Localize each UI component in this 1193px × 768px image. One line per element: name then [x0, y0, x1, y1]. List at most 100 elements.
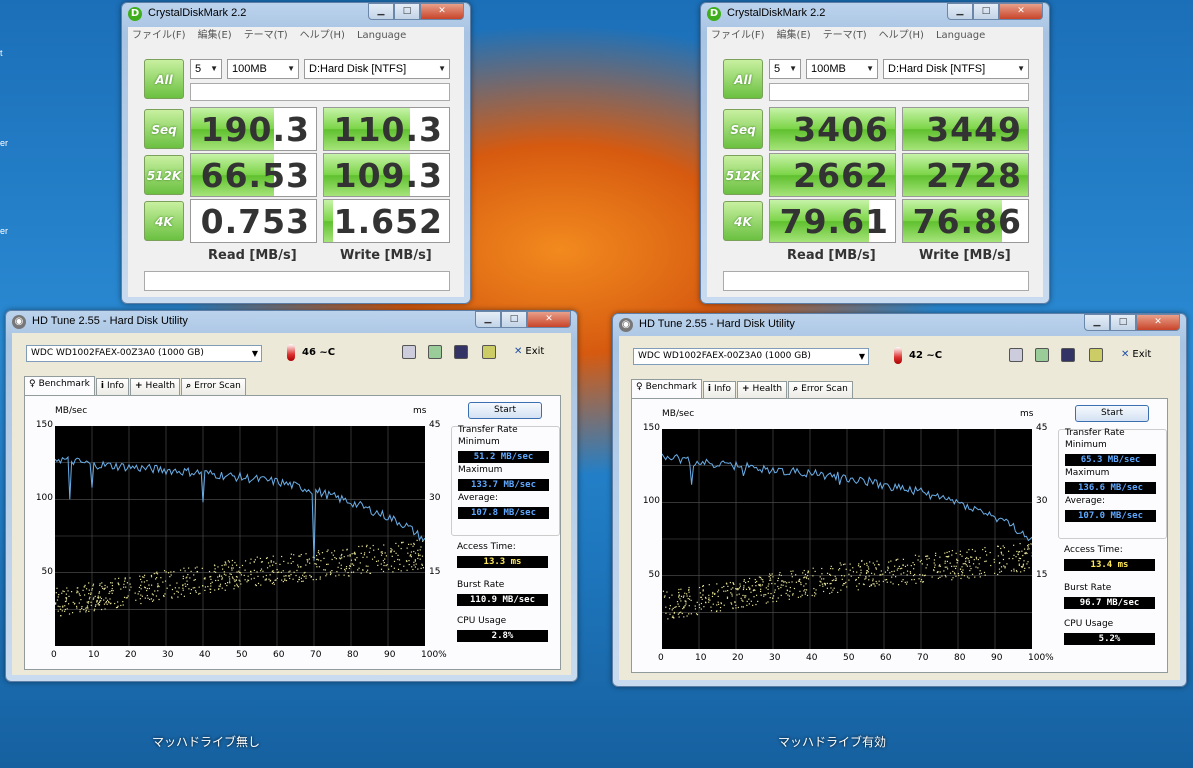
start-button[interactable]: Start	[468, 402, 542, 419]
maximize-button[interactable]: □	[1110, 314, 1136, 331]
menu-item[interactable]: Language	[357, 27, 406, 45]
access-point	[956, 559, 958, 561]
access-point	[925, 555, 927, 557]
options-icon[interactable]	[482, 345, 496, 359]
access-point	[193, 574, 195, 576]
access-point	[1007, 550, 1010, 552]
access-point	[366, 556, 368, 558]
access-point	[846, 586, 848, 588]
access-point	[340, 567, 342, 570]
access-point	[316, 566, 318, 568]
copy-screenshot-icon[interactable]	[428, 345, 442, 359]
tab-health[interactable]: + Health	[130, 378, 181, 395]
menu-item[interactable]: ファイル(F)	[132, 27, 186, 45]
access-point	[139, 575, 141, 577]
maximize-button[interactable]: □	[973, 3, 999, 20]
minimize-button[interactable]: ▁	[947, 3, 973, 20]
access-point	[1000, 570, 1003, 572]
access-point	[723, 590, 725, 592]
menu-item[interactable]: ヘルプ(H)	[300, 27, 345, 45]
comment-field[interactable]	[144, 271, 450, 291]
y-left-tick: 50	[648, 569, 660, 580]
minimize-button[interactable]: ▁	[1084, 314, 1110, 331]
menu-item[interactable]: ファイル(F)	[711, 27, 765, 45]
access-point	[255, 584, 257, 587]
tab-benchmark[interactable]: ♀ Benchmark	[631, 379, 702, 398]
copy-icon[interactable]	[402, 345, 416, 359]
title-bar[interactable]: ◉ HD Tune 2.55 - Hard Disk Utility ▁ □ ✕	[6, 311, 577, 333]
access-point	[763, 595, 765, 597]
access-point	[746, 600, 748, 603]
menu-item[interactable]: Language	[936, 27, 985, 45]
tab-info[interactable]: i Info	[702, 381, 736, 398]
close-button[interactable]: ✕	[1136, 314, 1180, 331]
access-point	[272, 555, 274, 557]
thermometer-icon	[894, 347, 902, 364]
all-button[interactable]: All	[723, 59, 763, 99]
options-icon[interactable]	[1089, 348, 1103, 362]
close-button[interactable]: ✕	[999, 3, 1043, 20]
access-point	[217, 579, 219, 582]
copy-screenshot-icon[interactable]	[1035, 348, 1049, 362]
access-point	[183, 567, 185, 569]
save-icon[interactable]	[1061, 348, 1075, 362]
drive-select[interactable]: WDC WD1002FAEX-00Z3A0 (1000 GB) ▼	[633, 348, 869, 365]
menu-item[interactable]: ヘルプ(H)	[879, 27, 924, 45]
access-point	[218, 575, 221, 578]
access-point	[417, 549, 419, 551]
access-point	[297, 566, 300, 568]
menu-item[interactable]: 編集(E)	[198, 27, 232, 45]
access-point	[273, 583, 275, 585]
all-button[interactable]: All	[144, 59, 184, 99]
tab-health[interactable]: + Health	[737, 381, 788, 398]
menu-item[interactable]: テーマ(T)	[244, 27, 288, 45]
drive-select[interactable]: D:Hard Disk [NTFS] ▼	[304, 59, 450, 79]
exit-button[interactable]: ✕ Exit	[514, 346, 544, 357]
close-button[interactable]: ✕	[527, 311, 571, 328]
copy-icon[interactable]	[1009, 348, 1023, 362]
exit-button[interactable]: ✕ Exit	[1121, 349, 1151, 360]
size-select[interactable]: 100MB ▼	[227, 59, 299, 79]
maximize-button[interactable]: □	[501, 311, 527, 328]
access-point	[726, 596, 729, 598]
title-bar[interactable]: ◉ HD Tune 2.55 - Hard Disk Utility ▁ □ ✕	[613, 314, 1186, 336]
start-button[interactable]: Start	[1075, 405, 1149, 422]
access-point	[111, 592, 113, 594]
tab-benchmark[interactable]: ♀ Benchmark	[24, 376, 95, 395]
access-point	[276, 577, 278, 579]
test-button-512k[interactable]: 512K	[144, 155, 184, 195]
drive-select[interactable]: WDC WD1002FAEX-00Z3A0 (1000 GB) ▼	[26, 345, 262, 362]
test-button-512k[interactable]: 512K	[723, 155, 763, 195]
tab-error-scan[interactable]: ⌕ Error Scan	[788, 381, 853, 398]
access-point	[194, 578, 196, 581]
comment-field[interactable]	[723, 271, 1029, 291]
access-point	[663, 596, 666, 598]
close-button[interactable]: ✕	[420, 3, 464, 20]
count-select[interactable]: 5 ▼	[769, 59, 801, 79]
menu-item[interactable]: テーマ(T)	[823, 27, 867, 45]
test-button-4k[interactable]: 4K	[723, 201, 763, 241]
test-button-seq[interactable]: Seq	[144, 109, 184, 149]
access-point	[687, 597, 689, 600]
access-point	[395, 542, 397, 545]
access-point	[857, 565, 860, 567]
access-point	[120, 588, 122, 590]
count-select[interactable]: 5 ▼	[190, 59, 222, 79]
size-select[interactable]: 100MB ▼	[806, 59, 878, 79]
minimize-button[interactable]: ▁	[368, 3, 394, 20]
save-icon[interactable]	[454, 345, 468, 359]
title-bar[interactable]: D CrystalDiskMark 2.2 ▁ □ ✕	[122, 3, 470, 25]
tab-error-scan[interactable]: ⌕ Error Scan	[181, 378, 246, 395]
minimize-button[interactable]: ▁	[475, 311, 501, 328]
title-bar[interactable]: D CrystalDiskMark 2.2 ▁ □ ✕	[701, 3, 1049, 25]
access-point	[939, 571, 941, 573]
drive-select[interactable]: D:Hard Disk [NTFS] ▼	[883, 59, 1029, 79]
tab-info[interactable]: i Info	[95, 378, 129, 395]
maximize-button[interactable]: □	[394, 3, 420, 20]
access-point	[360, 572, 362, 574]
menu-item[interactable]: 編集(E)	[777, 27, 811, 45]
test-button-seq[interactable]: Seq	[723, 109, 763, 149]
test-button-4k[interactable]: 4K	[144, 201, 184, 241]
access-point	[420, 567, 422, 569]
access-point	[228, 580, 231, 582]
